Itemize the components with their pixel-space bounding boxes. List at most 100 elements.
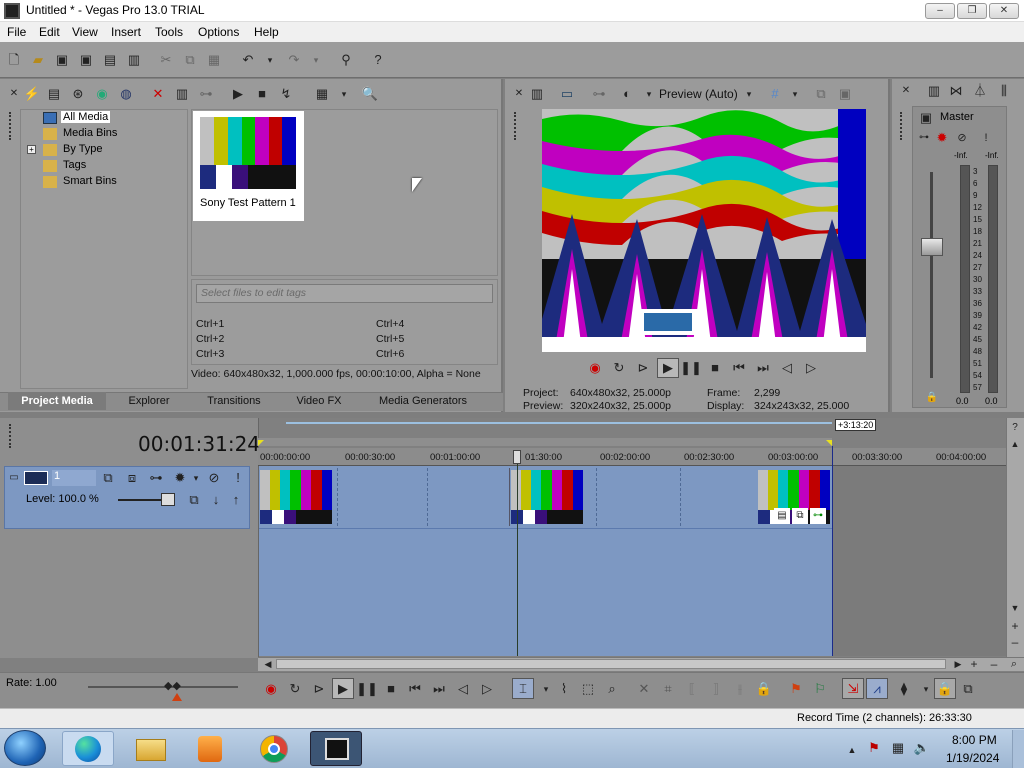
zoom-tool-icon[interactable]: ⌕	[1006, 656, 1022, 672]
rate-slider-track[interactable]	[88, 686, 238, 688]
delete-icon[interactable]: ✕	[636, 681, 652, 697]
loop-region-bar[interactable]	[258, 438, 832, 446]
next-frame-icon[interactable]: ▷	[803, 360, 819, 376]
redo-icon[interactable]: ↷	[286, 52, 302, 68]
panel-grip[interactable]	[514, 112, 517, 140]
make-compositing-parent-icon[interactable]: ↑	[228, 492, 244, 508]
views-icon[interactable]: ▦	[314, 86, 330, 102]
track-motion-icon[interactable]: ⧉	[100, 470, 116, 486]
taskbar-media-player[interactable]	[186, 731, 238, 766]
taskbar-chrome[interactable]	[248, 731, 300, 766]
pause-icon[interactable]: ❚❚	[356, 681, 378, 697]
split-screen-icon[interactable]: ◐	[619, 86, 635, 102]
close-panel-icon[interactable]: ✕	[511, 86, 527, 102]
undo-icon[interactable]: ↶	[240, 52, 256, 68]
panel-grip[interactable]	[900, 112, 903, 140]
automatic-crossfades-icon[interactable]: ⧫	[896, 681, 912, 697]
show-desktop-button[interactable]	[1012, 730, 1024, 768]
overlays-dropdown-icon[interactable]: ▾	[787, 86, 803, 102]
tags-input[interactable]: Select files to edit tags	[196, 284, 493, 303]
taskbar-explorer[interactable]	[126, 731, 178, 766]
insert-marker-icon[interactable]: ⚑	[788, 681, 804, 697]
copy-snapshot-icon[interactable]: ⧉	[813, 86, 829, 102]
playhead-handle[interactable]	[513, 450, 521, 464]
track-number[interactable]: 1	[52, 470, 96, 486]
record-icon[interactable]: ◉	[263, 681, 279, 697]
previous-frame-icon[interactable]: ◁	[779, 360, 795, 376]
parent-composite-icon[interactable]: ⧉	[186, 492, 202, 508]
tab-media-generators[interactable]: Media Generators	[362, 392, 484, 410]
track-fx-icon[interactable]: ⧈	[124, 470, 140, 486]
taskbar-edge[interactable]	[62, 731, 114, 766]
menu-tools[interactable]: Tools	[155, 25, 183, 39]
show-hidden-icons-icon[interactable]: ▲	[844, 742, 860, 758]
play-from-start-icon[interactable]: ⊳	[311, 681, 327, 697]
split-icon[interactable]: ⫲	[732, 681, 748, 697]
import-media-icon[interactable]: ⚡	[24, 86, 40, 102]
cut-icon[interactable]: ✂	[158, 52, 174, 68]
close-panel-icon[interactable]: ✕	[6, 86, 22, 102]
save-snapshot-icon[interactable]: ▣	[837, 86, 853, 102]
play-from-start-icon[interactable]: ⊳	[635, 360, 651, 376]
zoom-icon[interactable]: 🔍	[362, 86, 378, 102]
new-file-icon[interactable]: 🗋	[6, 52, 22, 68]
crossfades-dropdown-icon[interactable]: ▾	[918, 681, 934, 697]
views-dropdown-icon[interactable]: ▾	[336, 86, 352, 102]
event-media-fx-icon[interactable]: ⊶	[810, 508, 826, 524]
capture-video-icon[interactable]: ▤	[46, 86, 62, 102]
loop-playback-icon[interactable]: ↻	[611, 360, 627, 376]
event-pan-crop-icon[interactable]: ▤	[774, 508, 790, 524]
enable-snapping-icon[interactable]: ⚲	[338, 52, 354, 68]
solo-icon[interactable]: !	[978, 130, 994, 146]
record-icon[interactable]: ◉	[587, 360, 603, 376]
scroll-up-arrow-icon[interactable]: ▲	[1007, 436, 1023, 452]
video-fx-icon[interactable]: ⊶	[591, 86, 607, 102]
paste-icon[interactable]: ▦	[206, 52, 222, 68]
split-dropdown-icon[interactable]: ▾	[641, 86, 657, 102]
zoom-edit-tool-icon[interactable]: ⌕	[604, 681, 620, 697]
downmix-icon[interactable]: ⏃	[972, 83, 988, 99]
master-bus-icon[interactable]: ▣	[918, 110, 934, 126]
go-to-end-icon[interactable]: ⏭	[755, 360, 771, 376]
zoom-out-vertical-icon[interactable]: –	[1007, 634, 1023, 650]
scroll-down-arrow-icon[interactable]: ▼	[1007, 600, 1023, 616]
start-preview-icon[interactable]: ▶	[230, 86, 246, 102]
network-icon[interactable]: ▦	[890, 740, 906, 756]
master-fx-chain-icon[interactable]: ⊶	[916, 130, 932, 146]
copy-icon[interactable]: ⧉	[182, 52, 198, 68]
preview-quality-dropdown[interactable]: Preview (Auto)	[659, 87, 738, 101]
loop-start-marker-icon[interactable]	[258, 440, 264, 446]
zoom-out-icon[interactable]: –	[986, 656, 1002, 672]
panel-grip[interactable]	[9, 112, 12, 140]
mixer-properties-icon[interactable]: ▥	[926, 83, 942, 99]
edit-tool-dropdown-icon[interactable]: ▾	[538, 681, 554, 697]
project-properties-icon[interactable]: ▥	[529, 86, 545, 102]
properties-icon[interactable]: ▥	[126, 52, 142, 68]
scroll-up-icon[interactable]: ?	[1007, 420, 1023, 436]
ignore-event-grouping-icon[interactable]: ⧉	[960, 681, 976, 697]
scroll-left-icon[interactable]: ◀	[260, 656, 276, 672]
go-to-start-icon[interactable]: ⏮	[407, 681, 423, 697]
open-folder-icon[interactable]: ▰	[30, 52, 46, 68]
master-fx-icon[interactable]: ⋈	[948, 83, 964, 99]
menu-file[interactable]: File	[7, 25, 26, 39]
undo-dropdown-icon[interactable]: ▾	[262, 52, 278, 68]
lock-envelopes-icon[interactable]: 🔒	[934, 678, 956, 699]
enable-snapping-icon[interactable]: ⩘	[866, 678, 888, 699]
external-monitor-icon[interactable]: ▭	[559, 86, 575, 102]
video-event-clip[interactable]	[260, 468, 510, 526]
go-to-end-icon[interactable]: ⏭	[431, 681, 447, 697]
trim-icon[interactable]: ⌗	[660, 681, 676, 697]
menu-insert[interactable]: Insert	[111, 25, 141, 39]
lock-event-icon[interactable]: 🔒	[756, 681, 772, 697]
clock-date[interactable]: 1/19/2024	[946, 751, 999, 765]
make-compositing-child-icon[interactable]: ↓	[208, 492, 224, 508]
tab-video-fx[interactable]: Video FX	[282, 392, 356, 410]
master-fader-handle[interactable]	[921, 238, 943, 256]
mixer-settings-icon[interactable]: ⫼	[996, 83, 1012, 99]
scroll-right-icon[interactable]: ▶	[950, 656, 966, 672]
auto-preview-icon[interactable]: ↯	[278, 86, 294, 102]
overlays-icon[interactable]: #	[767, 86, 783, 102]
track-settings-dropdown-icon[interactable]: ▾	[188, 470, 204, 486]
trim-start-icon[interactable]: ⟦	[684, 681, 700, 697]
